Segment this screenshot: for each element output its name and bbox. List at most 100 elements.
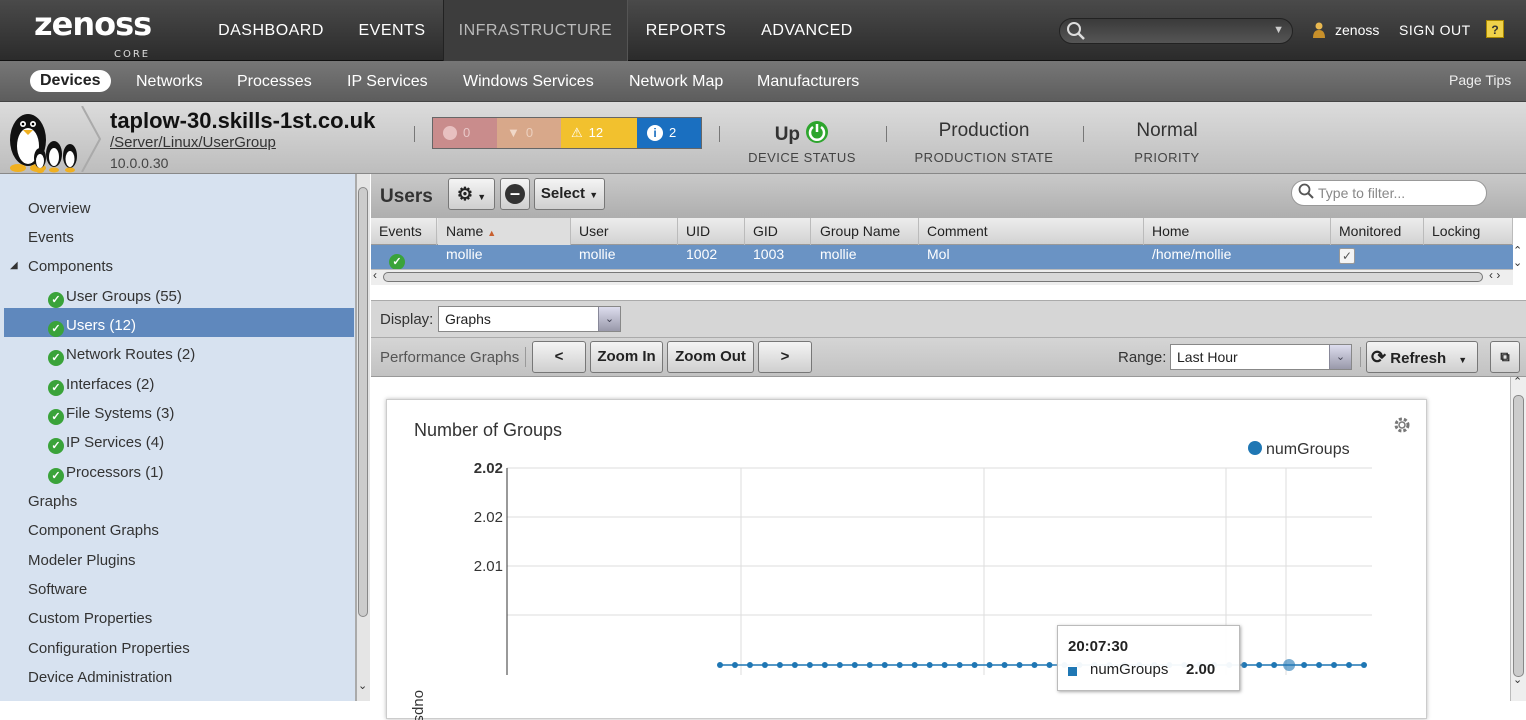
cell-name: mollie bbox=[446, 246, 483, 262]
zoom-in-button[interactable]: Zoom In bbox=[590, 341, 663, 373]
device-class-path-link[interactable]: /Server/Linux/UserGroup bbox=[110, 134, 276, 151]
scroll-left-icon[interactable]: ‹ bbox=[373, 268, 377, 282]
scroll-down-icon[interactable]: ⌄ bbox=[1513, 256, 1522, 269]
info-events[interactable]: i2 bbox=[637, 118, 701, 148]
warning-icon: ⚠ bbox=[571, 125, 583, 140]
cell-uid: 1002 bbox=[686, 246, 718, 262]
data-point bbox=[806, 662, 813, 668]
column-monitored[interactable]: Monitored bbox=[1331, 218, 1424, 245]
data-point bbox=[851, 662, 858, 668]
error-events[interactable]: ▼ 0 bbox=[497, 118, 561, 148]
monitored-checkbox[interactable]: ✓ bbox=[1339, 248, 1355, 264]
collapse-triangle-icon[interactable]: ◢ bbox=[10, 260, 18, 271]
cell-comment: Mol bbox=[927, 246, 950, 262]
scroll-right-icon[interactable]: ‹ › bbox=[1489, 268, 1500, 282]
zenoss-logo[interactable]: zenoss CORE bbox=[34, 8, 152, 60]
column-user[interactable]: User bbox=[571, 218, 678, 245]
scrollbar-thumb[interactable] bbox=[1513, 395, 1524, 677]
refresh-button[interactable]: ⟳ Refresh ▼ bbox=[1366, 341, 1478, 373]
subnav-devices[interactable]: Devices bbox=[30, 70, 111, 92]
divider bbox=[886, 126, 887, 142]
sidebar-item-interfaces[interactable]: ✓ Interfaces (2) bbox=[48, 376, 154, 396]
column-name[interactable]: Name ▲ bbox=[438, 218, 571, 245]
popout-window-button[interactable]: ⧉ bbox=[1490, 341, 1520, 373]
subnav-windows-services[interactable]: Windows Services bbox=[463, 73, 594, 91]
subnav-networks[interactable]: Networks bbox=[136, 73, 203, 91]
sidebar-item-software[interactable]: Software bbox=[28, 581, 87, 598]
graphs-scrollbar[interactable]: ⌃ ⌄ bbox=[1510, 375, 1526, 701]
sidebar-item-users[interactable]: ✓ Users (12) bbox=[48, 317, 136, 337]
chevron-down-icon[interactable]: ⌄ bbox=[1329, 345, 1351, 369]
column-events[interactable]: Events bbox=[371, 218, 437, 245]
help-icon[interactable]: ? bbox=[1486, 20, 1504, 38]
column-uid[interactable]: UID bbox=[678, 218, 745, 245]
linux-penguin-icon bbox=[10, 114, 77, 173]
y-tick-label: 2.02 bbox=[474, 509, 503, 526]
nav-dashboard[interactable]: DASHBOARD bbox=[204, 0, 338, 61]
event-severity-bar[interactable]: 0 ▼ 0 ⚠ 12 i2 bbox=[432, 117, 702, 149]
sign-out-link[interactable]: SIGN OUT bbox=[1399, 22, 1471, 38]
next-button[interactable]: > bbox=[758, 341, 812, 373]
sidebar-item-network-routes[interactable]: ✓ Network Routes (2) bbox=[48, 346, 195, 366]
scroll-down-icon[interactable]: ⌄ bbox=[1513, 673, 1522, 686]
global-search-input[interactable]: ▼ bbox=[1059, 18, 1293, 44]
sidebar-item-configuration-properties[interactable]: Configuration Properties bbox=[28, 640, 190, 657]
chevron-down-icon[interactable]: ▼ bbox=[1273, 24, 1284, 36]
scroll-up-icon[interactable]: ⌃ bbox=[1513, 375, 1522, 388]
device-header: taplow-30.skills-1st.co.uk /Server/Linux… bbox=[0, 102, 1526, 174]
sidebar-item-component-graphs[interactable]: Component Graphs bbox=[28, 522, 159, 539]
sidebar-item-overview[interactable]: Overview bbox=[28, 200, 91, 217]
sidebar-item-graphs[interactable]: Graphs bbox=[28, 493, 77, 510]
select-menu-button[interactable]: Select ▼ bbox=[534, 178, 605, 210]
subnav-ip-services[interactable]: IP Services bbox=[347, 73, 428, 91]
zoom-out-button[interactable]: Zoom Out bbox=[667, 341, 754, 373]
check-icon: ✓ bbox=[48, 321, 64, 337]
top-navigation-bar: zenoss CORE DASHBOARD EVENTS INFRASTRUCTU… bbox=[0, 0, 1526, 61]
nav-advanced[interactable]: ADVANCED bbox=[745, 0, 869, 61]
nav-reports[interactable]: REPORTS bbox=[634, 0, 738, 61]
column-gid[interactable]: GID bbox=[745, 218, 811, 245]
scrollbar-thumb[interactable] bbox=[383, 272, 1483, 282]
sidebar-item-custom-properties[interactable]: Custom Properties bbox=[28, 610, 152, 627]
filter-input[interactable]: Type to filter... bbox=[1291, 180, 1487, 206]
nav-infrastructure[interactable]: INFRASTRUCTURE bbox=[443, 0, 628, 61]
line-chart: 2.02 2.02 2.01 oups numGroups bbox=[411, 441, 1372, 720]
subnav-manufacturers[interactable]: Manufacturers bbox=[757, 73, 859, 91]
subnav-network-map[interactable]: Network Map bbox=[629, 73, 723, 91]
legend-swatch bbox=[1248, 441, 1262, 455]
column-group-name[interactable]: Group Name bbox=[812, 218, 919, 245]
sidebar-item-user-groups[interactable]: ✓ User Groups (55) bbox=[48, 288, 182, 308]
column-home[interactable]: Home bbox=[1144, 218, 1331, 245]
sidebar-item-ip-services[interactable]: ✓ IP Services (4) bbox=[48, 434, 164, 454]
device-status-label: DEVICE STATUS bbox=[748, 150, 856, 165]
previous-button[interactable]: < bbox=[532, 341, 586, 373]
critical-events[interactable]: 0 bbox=[433, 118, 497, 148]
sidebar-item-file-systems[interactable]: ✓ File Systems (3) bbox=[48, 405, 174, 425]
table-row[interactable]: ✓ mollie mollie 1002 1003 mollie Mol /ho… bbox=[371, 245, 1513, 270]
scroll-down-icon[interactable]: ⌄ bbox=[358, 679, 367, 692]
grid-title: Users bbox=[380, 186, 433, 207]
sidebar-item-components[interactable]: ◢ Components bbox=[10, 258, 113, 275]
sidebar-item-events[interactable]: Events bbox=[28, 229, 74, 246]
sidebar-item-device-administration[interactable]: Device Administration bbox=[28, 669, 172, 686]
actions-gear-button[interactable]: ⚙ ▼ bbox=[448, 178, 495, 210]
chevron-down-icon[interactable]: ⌄ bbox=[598, 307, 620, 331]
sidebar-item-modeler-plugins[interactable]: Modeler Plugins bbox=[28, 552, 136, 569]
sidebar-scrollbar[interactable]: ⌄ bbox=[356, 174, 370, 701]
warning-events[interactable]: ⚠ 12 bbox=[561, 118, 637, 148]
divider bbox=[1360, 347, 1361, 367]
nav-events[interactable]: EVENTS bbox=[345, 0, 439, 61]
data-point bbox=[926, 662, 933, 668]
display-select[interactable]: Graphs ⌄ bbox=[438, 306, 621, 332]
grid-horizontal-scrollbar[interactable]: ‹ ‹ › bbox=[371, 268, 1513, 285]
column-comment[interactable]: Comment bbox=[919, 218, 1144, 245]
subnav-processes[interactable]: Processes bbox=[237, 73, 312, 91]
sidebar-item-processors[interactable]: ✓ Processors (1) bbox=[48, 464, 164, 484]
scrollbar-thumb[interactable] bbox=[358, 187, 368, 617]
range-select[interactable]: Last Hour ⌄ bbox=[1170, 344, 1352, 370]
page-tips-link[interactable]: Page Tips bbox=[1449, 72, 1511, 88]
check-icon: ✓ bbox=[48, 380, 64, 396]
production-state-value: Production bbox=[938, 120, 1030, 141]
column-locking[interactable]: Locking bbox=[1424, 218, 1513, 245]
delete-button[interactable]: – bbox=[500, 178, 530, 210]
